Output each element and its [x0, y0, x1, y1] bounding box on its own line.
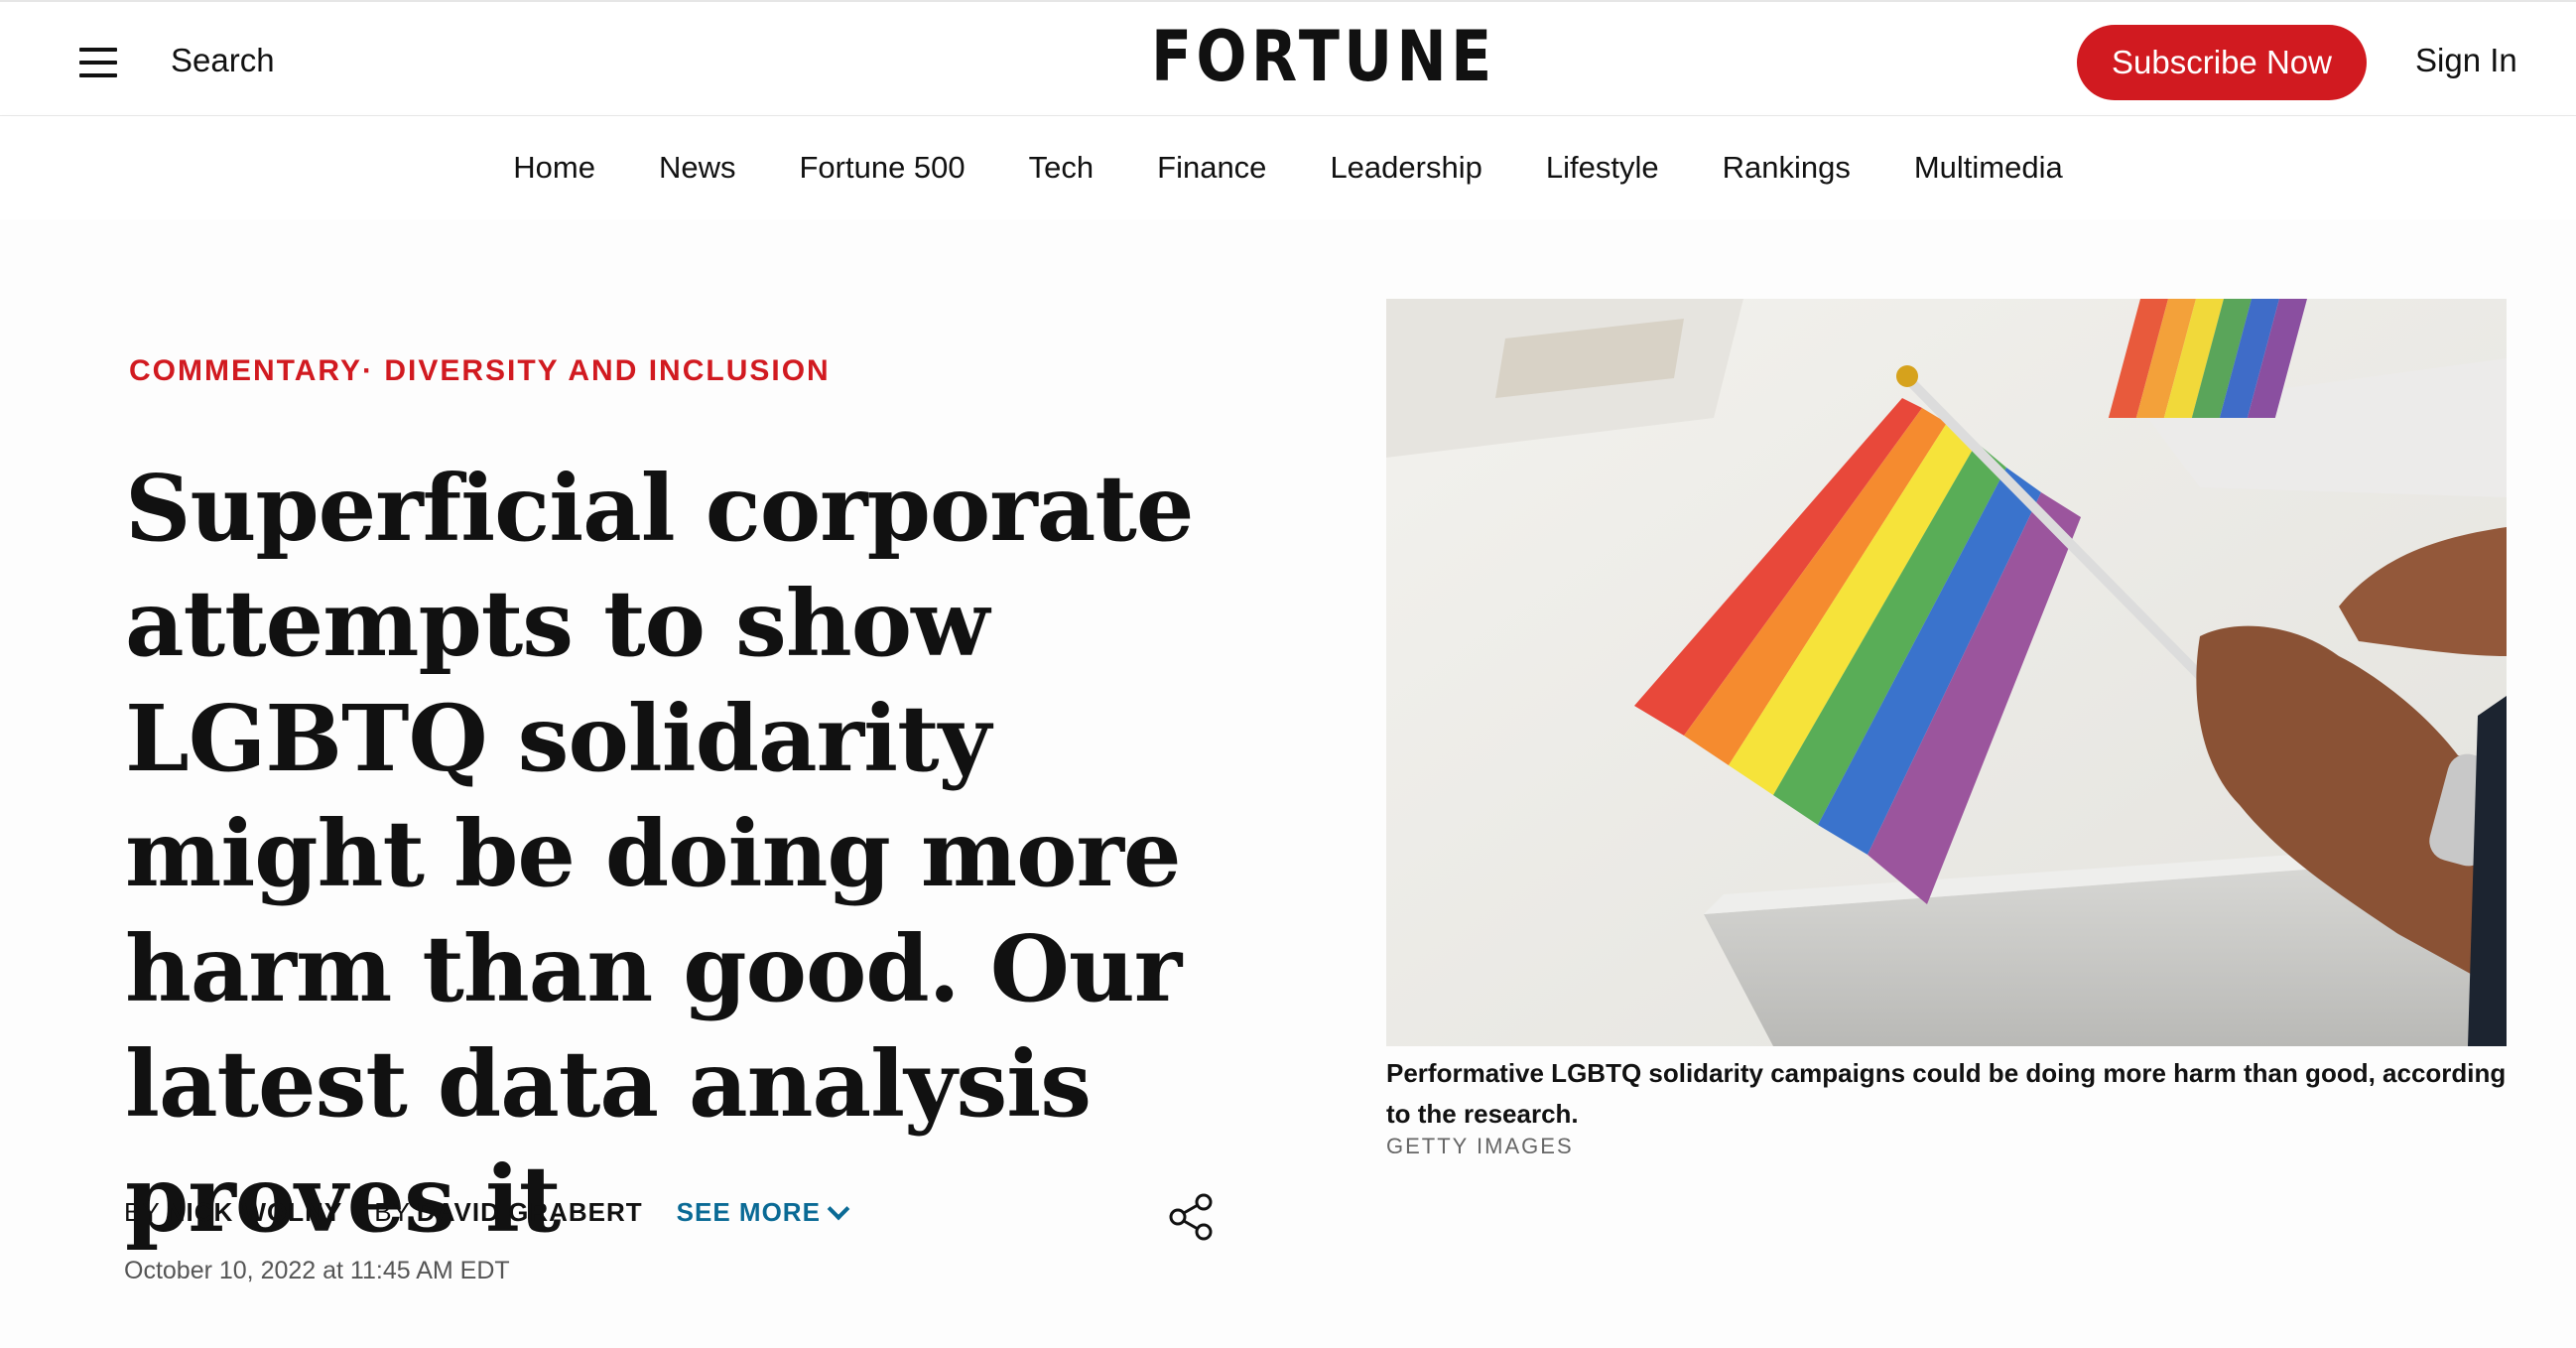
subscribe-button[interactable]: Subscribe Now [2077, 25, 2367, 100]
sign-in-link[interactable]: Sign In [2415, 42, 2517, 79]
by-label: BY [124, 1197, 161, 1227]
hamburger-menu-icon[interactable] [79, 48, 119, 77]
category-separator: · [361, 354, 374, 387]
nav-list: Home News Fortune 500 Tech Finance Leadership… [0, 150, 2576, 186]
nav-item-multimedia[interactable]: Multimedia [1914, 150, 2063, 186]
nav-item-news[interactable]: News [659, 150, 736, 186]
nav-item-tech[interactable]: Tech [1029, 150, 1094, 186]
main-nav: Home News Fortune 500 Tech Finance Leadership… [0, 116, 2576, 219]
article-category: COMMENTARY· DIVERSITY AND INCLUSION [129, 354, 831, 388]
publish-date: October 10, 2022 at 11:45 AM EDT [124, 1257, 510, 1284]
see-more-button[interactable]: SEE MORE [676, 1197, 850, 1228]
hero-image [1386, 299, 2507, 1046]
fortune-logo[interactable]: FORTUNE [1151, 16, 1496, 97]
article-header: COMMENTARY· DIVERSITY AND INCLUSION Supe… [0, 219, 2576, 1348]
nav-item-finance[interactable]: Finance [1157, 150, 1266, 186]
nav-item-rankings[interactable]: Rankings [1723, 150, 1851, 186]
see-more-label: SEE MORE [676, 1197, 821, 1227]
nav-item-fortune-500[interactable]: Fortune 500 [799, 150, 965, 186]
nav-item-lifestyle[interactable]: Lifestyle [1546, 150, 1659, 186]
share-icon[interactable] [1167, 1192, 1217, 1242]
nav-item-leadership[interactable]: Leadership [1330, 150, 1481, 186]
by-label: BY [374, 1197, 411, 1227]
author-link-1[interactable]: NICK WOLNY [167, 1197, 343, 1228]
article-headline: Superficial corporate attempts to show L… [125, 455, 1194, 1253]
search-link[interactable]: Search [171, 42, 275, 79]
site-header: Search FORTUNE Subscribe Now Sign In [0, 0, 2576, 116]
image-caption: Performative LGBTQ solidarity campaigns … [1386, 1058, 2507, 1129]
category-commentary-link[interactable]: COMMENTARY [129, 354, 362, 387]
nav-item-home[interactable]: Home [513, 150, 595, 186]
chevron-down-icon [827, 1197, 850, 1220]
author-link-2[interactable]: DAVID GRABERT [417, 1197, 643, 1228]
byline: BY NICK WOLNY BY DAVID GRABERT SEE MORE [124, 1197, 850, 1228]
image-credit: GETTY IMAGES [1386, 1134, 1574, 1158]
category-diversity-link[interactable]: DIVERSITY AND INCLUSION [384, 354, 830, 387]
